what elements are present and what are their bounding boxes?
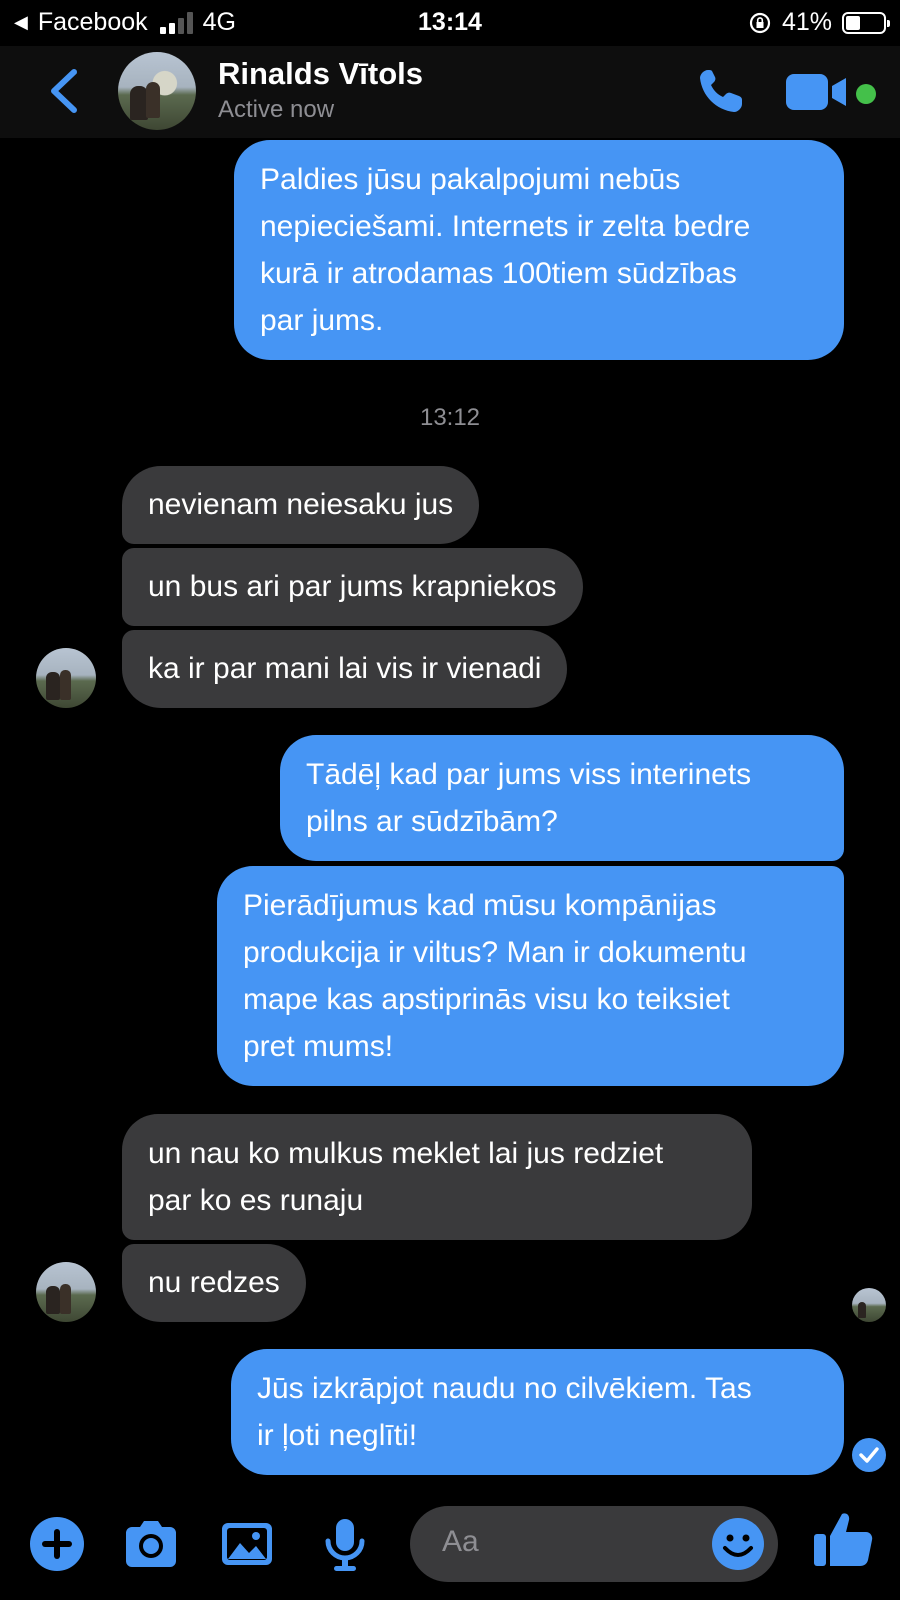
rotation-lock-icon bbox=[749, 12, 771, 33]
battery-percent: 41% bbox=[781, 8, 832, 36]
read-receipt-avatar bbox=[852, 1288, 886, 1322]
emoji-icon[interactable] bbox=[710, 1516, 766, 1572]
phone-call-icon[interactable] bbox=[694, 64, 748, 118]
gallery-icon[interactable] bbox=[218, 1515, 276, 1573]
camera-icon[interactable] bbox=[122, 1515, 180, 1573]
incoming-message[interactable]: nevienam neiesaku jus bbox=[122, 466, 480, 544]
thumbs-up-icon[interactable] bbox=[812, 1508, 874, 1570]
back-chevron-icon[interactable] bbox=[44, 64, 88, 118]
incoming-message[interactable]: un bus ari par jums krapniekos bbox=[122, 548, 583, 626]
sender-avatar[interactable] bbox=[36, 1262, 96, 1322]
status-bar: ◀ Facebook 4G 13:14 41% bbox=[0, 0, 900, 46]
contact-name[interactable]: Rinalds Vītols bbox=[218, 56, 423, 92]
active-status: Active now bbox=[218, 96, 335, 123]
outgoing-message[interactable]: Pierādījumus kad mūsu kompānijas produkc… bbox=[217, 866, 844, 1086]
outgoing-message[interactable]: Tādēļ kad par jums viss interinets pilns… bbox=[280, 735, 844, 861]
timestamp: 13:12 bbox=[419, 404, 481, 431]
video-call-icon[interactable] bbox=[786, 72, 848, 112]
battery-icon bbox=[842, 11, 890, 34]
outgoing-message[interactable]: Jūs izkrāpjot naudu no cilvēkiem. Tas ir… bbox=[231, 1349, 844, 1475]
incoming-message[interactable]: un nau ko mulkus meklet lai jus redziet … bbox=[122, 1114, 752, 1240]
contact-avatar[interactable] bbox=[118, 52, 196, 130]
sender-avatar[interactable] bbox=[36, 648, 96, 708]
incoming-message[interactable]: nu redzes bbox=[122, 1244, 306, 1322]
plus-icon[interactable] bbox=[28, 1515, 86, 1573]
message-input[interactable]: Aa bbox=[410, 1506, 778, 1582]
incoming-message[interactable]: ka ir par mani lai vis ir vienadi bbox=[122, 630, 568, 708]
message-input-placeholder: Aa bbox=[442, 1525, 479, 1558]
chat-header: Rinalds Vītols Active now bbox=[0, 46, 900, 138]
delivered-check-icon bbox=[852, 1438, 886, 1472]
online-indicator bbox=[856, 84, 876, 104]
microphone-icon[interactable] bbox=[316, 1515, 374, 1573]
outgoing-message[interactable]: Paldies jūsu pakalpojumi nebūs nepiecieš… bbox=[234, 140, 844, 360]
